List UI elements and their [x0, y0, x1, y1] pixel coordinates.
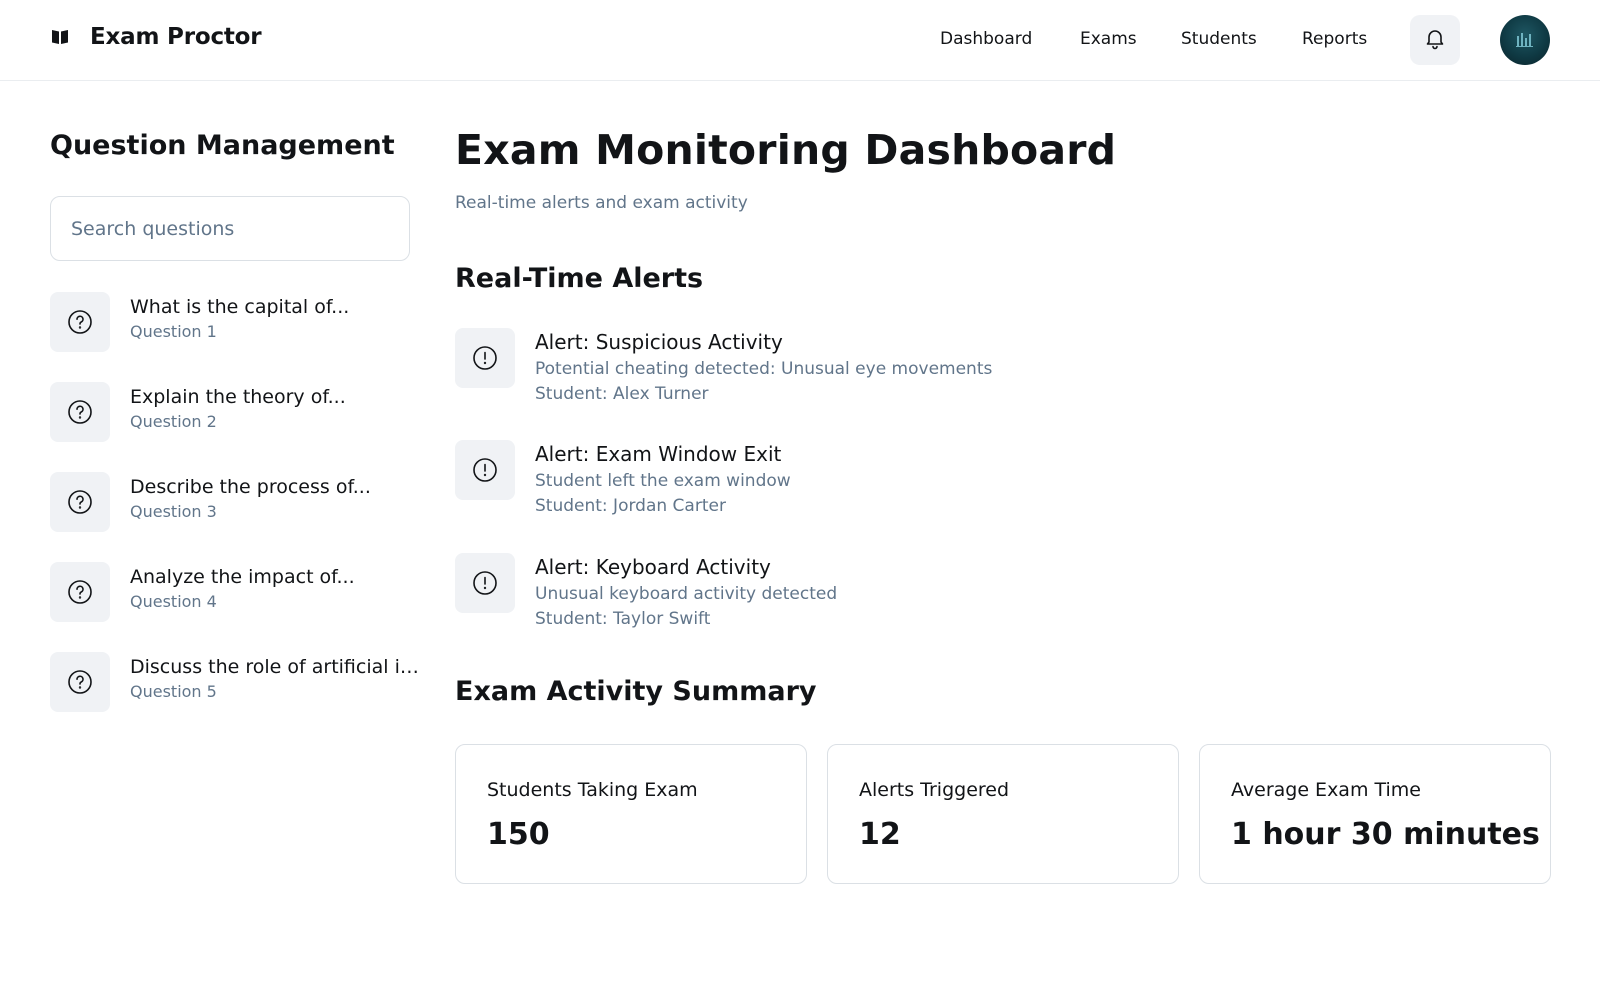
search-input[interactable] — [50, 196, 410, 261]
question-number: Question 2 — [130, 412, 217, 431]
nav-reports[interactable]: Reports — [1302, 29, 1367, 49]
nav-students[interactable]: Students — [1181, 29, 1257, 49]
question-circle-icon — [50, 292, 110, 352]
alert-circle-icon — [455, 328, 515, 388]
stat-label: Average Exam Time — [1231, 779, 1421, 801]
page-subtitle: Real-time alerts and exam activity — [455, 193, 748, 213]
alert-item-1[interactable]: Alert: Suspicious Activity Potential che… — [455, 328, 1155, 428]
question-item-4[interactable]: Analyze the impact of... Question 4 — [50, 562, 420, 622]
notifications-button[interactable] — [1410, 15, 1460, 65]
question-circle-icon — [50, 562, 110, 622]
bell-icon — [1423, 26, 1447, 54]
stat-card-students: Students Taking Exam 150 — [455, 744, 807, 884]
alert-student: Student: Alex Turner — [535, 384, 709, 404]
alert-description: Potential cheating detected: Unusual eye… — [535, 359, 993, 379]
stat-value: 1 hour 30 minutes — [1231, 817, 1540, 852]
summary-section-title: Exam Activity Summary — [455, 676, 817, 707]
nav-dashboard[interactable]: Dashboard — [940, 29, 1032, 49]
stat-value: 12 — [859, 817, 901, 852]
alert-circle-icon — [455, 553, 515, 613]
alerts-section-title: Real-Time Alerts — [455, 263, 704, 294]
top-navbar: Exam Proctor Dashboard Exams Students Re… — [0, 0, 1600, 81]
stat-card-alerts: Alerts Triggered 12 — [827, 744, 1179, 884]
alert-student: Student: Taylor Swift — [535, 609, 711, 629]
app-title: Exam Proctor — [90, 24, 262, 50]
alert-title: Alert: Keyboard Activity — [535, 555, 771, 579]
alert-description: Unusual keyboard activity detected — [535, 584, 838, 604]
stat-value: 150 — [487, 817, 550, 852]
nav-exams[interactable]: Exams — [1080, 29, 1137, 49]
question-title: Explain the theory of... — [130, 386, 346, 408]
question-item-3[interactable]: Describe the process of... Question 3 — [50, 472, 420, 532]
question-number: Question 1 — [130, 322, 217, 341]
question-number: Question 4 — [130, 592, 217, 611]
alert-title: Alert: Suspicious Activity — [535, 330, 783, 354]
question-item-5[interactable]: Discuss the role of artificial intellige… — [50, 652, 420, 712]
user-avatar[interactable] — [1500, 15, 1550, 65]
question-number: Question 5 — [130, 682, 217, 701]
stat-label: Alerts Triggered — [859, 779, 1010, 801]
avatar-image — [1516, 33, 1533, 47]
question-circle-icon — [50, 472, 110, 532]
stat-label: Students Taking Exam — [487, 779, 698, 801]
question-title: What is the capital of... — [130, 296, 350, 318]
question-number: Question 3 — [130, 502, 217, 521]
sidebar-title: Question Management — [50, 130, 395, 161]
stat-card-average-time: Average Exam Time 1 hour 30 minutes — [1199, 744, 1551, 884]
question-circle-icon — [50, 652, 110, 712]
alert-title: Alert: Exam Window Exit — [535, 442, 782, 466]
question-title: Describe the process of... — [130, 476, 371, 498]
alert-item-2[interactable]: Alert: Exam Window Exit Student left the… — [455, 440, 1155, 540]
question-title: Discuss the role of artificial intellige… — [130, 656, 420, 678]
question-title: Analyze the impact of... — [130, 566, 355, 588]
book-icon — [50, 27, 70, 47]
page-title: Exam Monitoring Dashboard — [455, 126, 1117, 174]
brand[interactable]: Exam Proctor — [50, 24, 262, 50]
alert-description: Student left the exam window — [535, 471, 791, 491]
alert-item-3[interactable]: Alert: Keyboard Activity Unusual keyboar… — [455, 553, 1155, 653]
question-item-1[interactable]: What is the capital of... Question 1 — [50, 292, 420, 352]
alert-student: Student: Jordan Carter — [535, 496, 726, 516]
alert-circle-icon — [455, 440, 515, 500]
question-circle-icon — [50, 382, 110, 442]
question-item-2[interactable]: Explain the theory of... Question 2 — [50, 382, 420, 442]
